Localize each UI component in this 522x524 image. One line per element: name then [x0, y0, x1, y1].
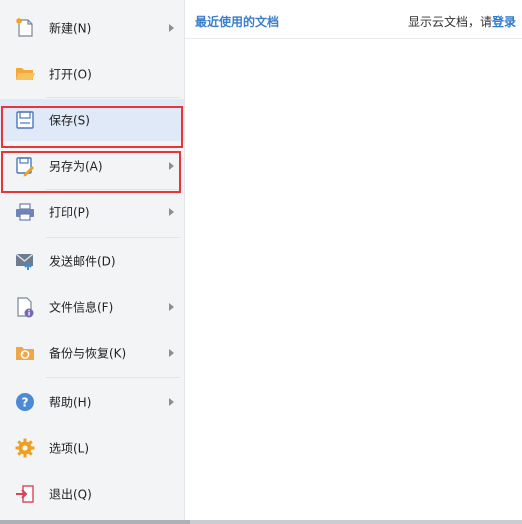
menu-separator [46, 377, 180, 378]
menu-separator [46, 189, 180, 190]
open-folder-icon [14, 63, 36, 85]
menu-item-save-as[interactable]: 另存为(A) [0, 145, 184, 187]
menu-item-options[interactable]: 选项(L) [0, 427, 184, 469]
help-icon: ? [14, 391, 36, 413]
recent-documents-header: 最近使用的文档 显示云文档，请登录 [185, 0, 522, 39]
bottom-scrollbar[interactable] [0, 520, 522, 524]
menu-item-open[interactable]: 打开(O) [0, 53, 184, 95]
file-menu-sidebar: 新建(N) 打开(O) 保存(S) 另存为(A) 打印(P) 发送邮件(D) 文… [0, 0, 185, 520]
menu-separator [46, 97, 180, 98]
cloud-docs-hint: 显示云文档，请登录 [408, 13, 516, 30]
new-file-icon [14, 17, 36, 39]
menu-item-label: 发送邮件(D) [49, 254, 116, 269]
submenu-arrow-icon [169, 208, 174, 216]
recent-documents-panel: 最近使用的文档 显示云文档，请登录 [185, 0, 522, 520]
menu-item-backup-restore[interactable]: 备份与恢复(K) [0, 332, 184, 374]
menu-item-file-info[interactable]: 文件信息(F) [0, 286, 184, 328]
mail-icon [14, 250, 36, 272]
menu-item-label: 打开(O) [49, 67, 92, 82]
cloud-docs-text: 显示云文档，请 [407, 15, 492, 29]
save-as-icon [14, 155, 36, 177]
menu-item-label: 备份与恢复(K) [49, 346, 127, 361]
menu-item-exit[interactable]: 退出(Q) [0, 473, 184, 515]
exit-icon [14, 483, 36, 505]
menu-item-save[interactable]: 保存(S) [0, 99, 184, 141]
menu-item-label: 保存(S) [49, 113, 90, 128]
menu-item-label: 另存为(A) [49, 159, 103, 174]
menu-item-label: 选项(L) [49, 441, 90, 456]
submenu-arrow-icon [169, 349, 174, 357]
svg-text:?: ? [22, 396, 29, 410]
scrollbar-thumb[interactable] [0, 520, 190, 524]
login-link[interactable]: 登录 [492, 15, 516, 29]
menu-item-label: 帮助(H) [49, 395, 92, 410]
submenu-arrow-icon [169, 162, 174, 170]
save-icon [14, 109, 36, 131]
menu-item-new[interactable]: 新建(N) [0, 7, 184, 49]
gear-icon [14, 437, 36, 459]
recent-documents-title: 最近使用的文档 [195, 15, 280, 29]
menu-item-label: 文件信息(F) [49, 300, 114, 315]
printer-icon [14, 201, 36, 223]
menu-item-label: 打印(P) [49, 205, 90, 220]
backup-restore-icon [14, 342, 36, 364]
submenu-arrow-icon [169, 398, 174, 406]
submenu-arrow-icon [169, 303, 174, 311]
menu-item-label: 新建(N) [49, 21, 92, 36]
menu-item-help[interactable]: ? 帮助(H) [0, 381, 184, 423]
menu-item-print[interactable]: 打印(P) [0, 191, 184, 233]
menu-separator [46, 237, 180, 238]
menu-item-label: 退出(Q) [49, 487, 92, 502]
menu-item-send-mail[interactable]: 发送邮件(D) [0, 240, 184, 282]
submenu-arrow-icon [169, 24, 174, 32]
file-info-icon [14, 296, 36, 318]
